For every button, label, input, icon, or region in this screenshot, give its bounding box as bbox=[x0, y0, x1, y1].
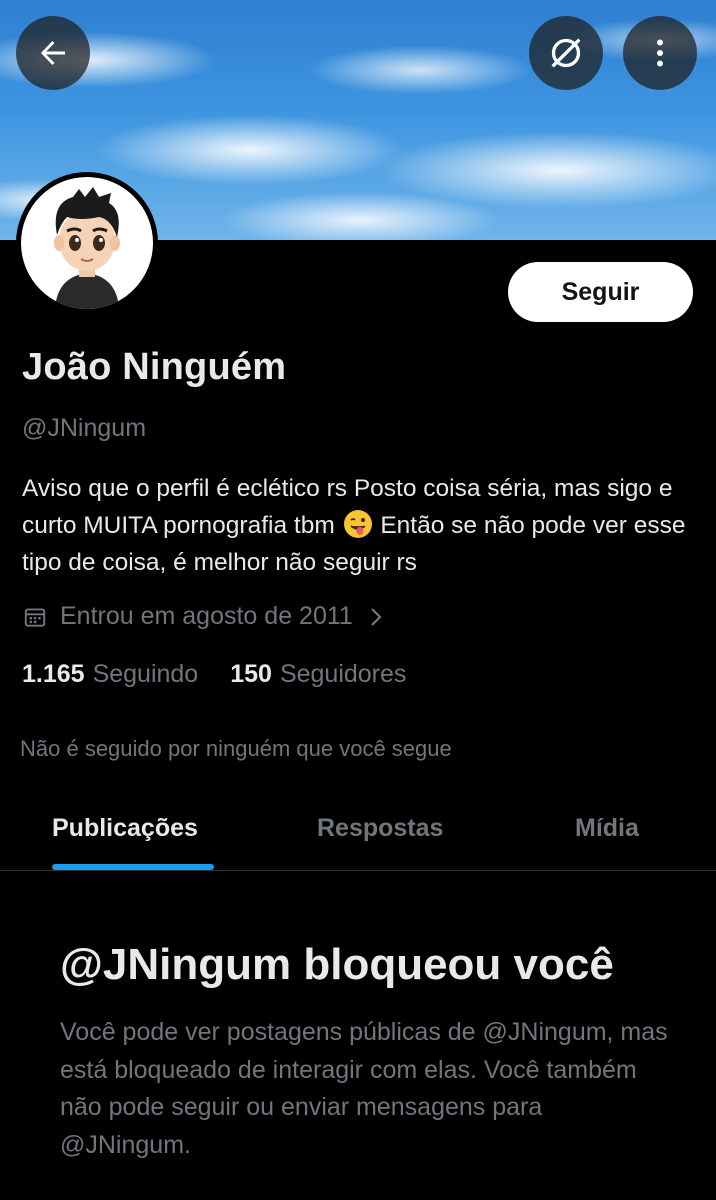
blocked-description: Você pode ver postagens públicas de @JNi… bbox=[60, 1018, 668, 1159]
arrow-left-icon bbox=[41, 41, 65, 65]
calendar-icon bbox=[24, 607, 46, 627]
following-label: Seguindo bbox=[92, 660, 199, 688]
followers-count: 150 bbox=[230, 660, 272, 688]
following-link[interactable]: 1.165 Seguindo bbox=[22, 660, 198, 689]
blocked-title: @JNingum bloqueou você bbox=[60, 940, 614, 989]
avatar-image bbox=[21, 177, 153, 309]
followers-label: Seguidores bbox=[279, 660, 407, 688]
joined-date[interactable]: Entrou em agosto de 2011 bbox=[22, 602, 385, 631]
followers-link[interactable]: 150 Seguidores bbox=[230, 660, 406, 689]
profile-name: João Ninguém bbox=[22, 346, 287, 388]
more-options-button[interactable] bbox=[623, 16, 697, 90]
winking-tongue-emoji-icon bbox=[343, 510, 372, 538]
profile-bio: Aviso que o perfil é eclético rs Posto c… bbox=[22, 470, 702, 581]
following-count: 1.165 bbox=[22, 660, 85, 688]
more-vertical-icon bbox=[657, 39, 663, 67]
tab-publicacoes[interactable]: Publicações bbox=[52, 814, 198, 843]
joined-text: Entrou em agosto de 2011 bbox=[60, 602, 353, 630]
profile-tabs: Publicações Respostas Mídia bbox=[0, 790, 716, 871]
back-button[interactable] bbox=[16, 16, 90, 90]
profile-handle: @JNingum bbox=[22, 414, 147, 442]
tab-respostas[interactable]: Respostas bbox=[317, 814, 443, 843]
avatar[interactable] bbox=[16, 172, 158, 314]
tab-midia[interactable]: Mídia bbox=[575, 814, 639, 843]
follow-button[interactable]: Seguir bbox=[508, 262, 693, 322]
block-icon bbox=[551, 38, 581, 68]
mutual-followers-note: Não é seguido por ninguém que você segue bbox=[20, 736, 452, 761]
block-button[interactable] bbox=[529, 16, 603, 90]
chevron-right-icon bbox=[371, 607, 382, 626]
active-tab-indicator bbox=[52, 864, 214, 870]
follow-stats: 1.165 Seguindo 150 Seguidores bbox=[22, 660, 406, 689]
